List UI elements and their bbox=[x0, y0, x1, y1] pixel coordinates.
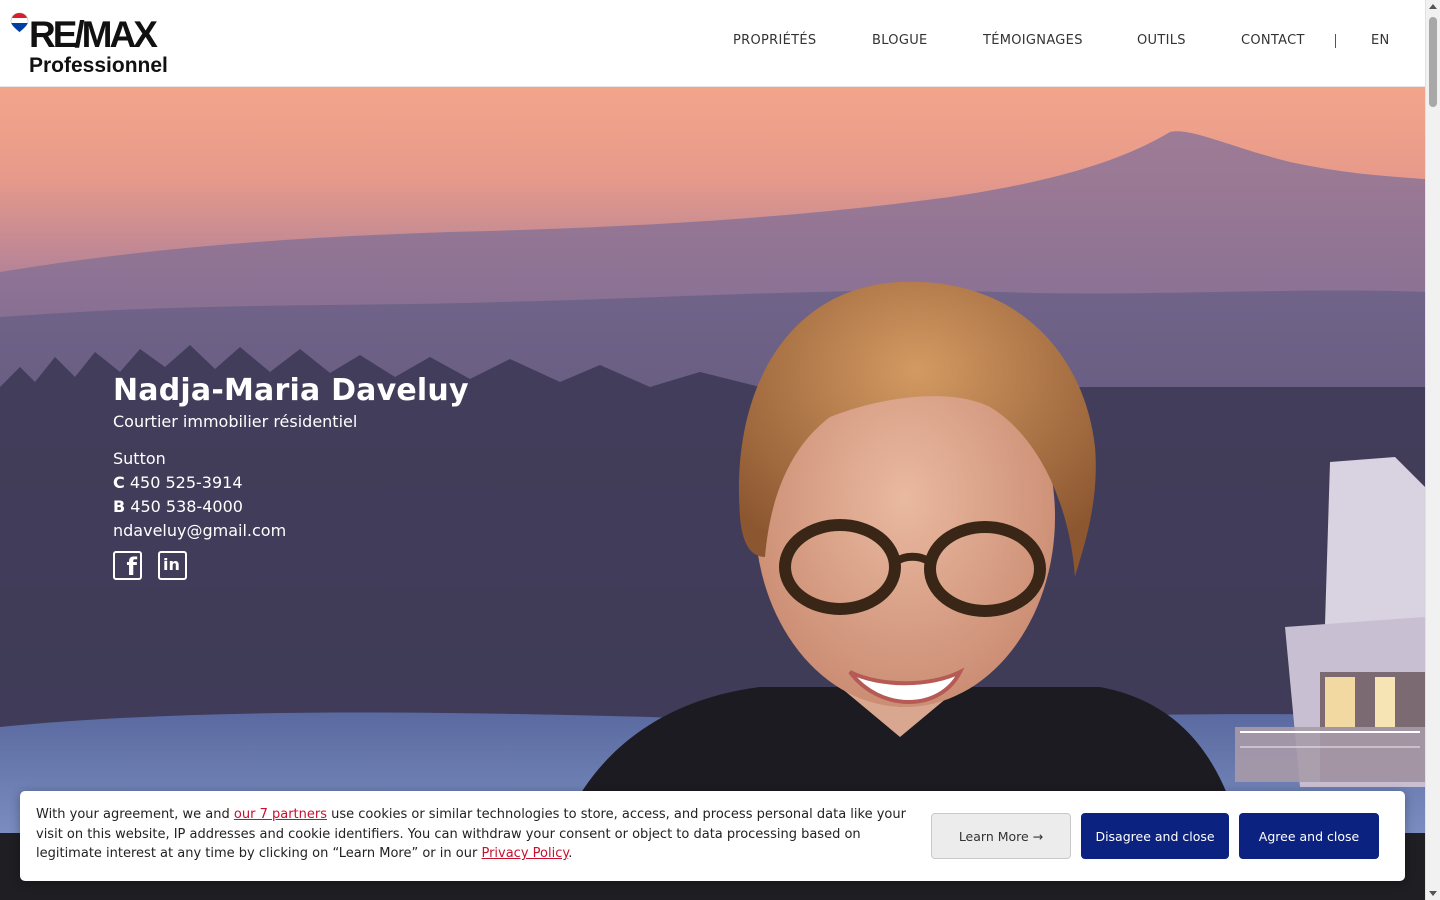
scroll-down-arrow-icon[interactable] bbox=[1429, 891, 1437, 896]
partners-link[interactable]: our 7 partners bbox=[234, 807, 327, 822]
nav-divider bbox=[1335, 34, 1336, 48]
nav-item-contact[interactable]: CONTACT bbox=[1241, 33, 1305, 48]
cookie-message: With your agreement, we and our 7 partne… bbox=[36, 805, 906, 864]
nav-item-temoignages[interactable]: TÉMOIGNAGES bbox=[983, 33, 1083, 48]
page-scrollbar[interactable] bbox=[1425, 0, 1440, 900]
privacy-policy-link[interactable]: Privacy Policy bbox=[481, 846, 568, 861]
cell-prefix: C bbox=[113, 473, 125, 492]
logo-subtitle: Professionnel bbox=[29, 54, 168, 77]
nav-item-proprietes[interactable]: PROPRIÉTÉS bbox=[733, 33, 816, 48]
nav-item-outils[interactable]: OUTILS bbox=[1137, 33, 1186, 48]
linkedin-icon[interactable]: in bbox=[158, 551, 187, 580]
agent-info: Nadja-Maria Daveluy Courtier immobilier … bbox=[113, 372, 469, 581]
learn-more-button[interactable]: Learn More → bbox=[931, 813, 1071, 859]
facebook-icon[interactable]: f bbox=[113, 551, 142, 581]
social-links: f in bbox=[113, 551, 469, 581]
agent-title: Courtier immobilier résidentiel bbox=[113, 412, 358, 431]
balloon-icon bbox=[10, 12, 29, 33]
cookie-text-part: With your agreement, we and bbox=[36, 807, 234, 822]
agent-email[interactable]: ndaveluy@gmail.com bbox=[113, 519, 469, 543]
agent-city: Sutton bbox=[113, 449, 166, 468]
site-header: RE/MAX Professionnel PROPRIÉTÉS BLOGUE T… bbox=[0, 0, 1425, 87]
office-prefix: B bbox=[113, 497, 126, 516]
agent-cell-phone[interactable]: 450 525-3914 bbox=[130, 473, 243, 492]
disagree-button[interactable]: Disagree and close bbox=[1081, 813, 1229, 859]
scroll-up-arrow-icon[interactable] bbox=[1429, 4, 1437, 9]
agree-button[interactable]: Agree and close bbox=[1239, 813, 1379, 859]
language-switch[interactable]: EN bbox=[1371, 33, 1390, 48]
agent-name: Nadja-Maria Daveluy bbox=[113, 373, 469, 408]
hero-banner: Nadja-Maria Daveluy Courtier immobilier … bbox=[0, 87, 1425, 833]
scroll-thumb[interactable] bbox=[1429, 17, 1437, 107]
agent-contact-block: Sutton C 450 525-3914 B 450 538-4000 nda… bbox=[113, 447, 469, 543]
agent-cell-row: C 450 525-3914 bbox=[113, 471, 469, 495]
nav-item-blogue[interactable]: BLOGUE bbox=[872, 33, 928, 48]
agent-office-row: B 450 538-4000 bbox=[113, 495, 469, 519]
agent-office-phone[interactable]: 450 538-4000 bbox=[130, 497, 243, 516]
cookie-consent-banner: With your agreement, we and our 7 partne… bbox=[20, 791, 1405, 881]
remax-logo[interactable]: RE/MAX Professionnel bbox=[10, 10, 185, 80]
cookie-text-part: . bbox=[568, 846, 573, 861]
logo-wordmark: RE/MAX bbox=[29, 14, 158, 55]
